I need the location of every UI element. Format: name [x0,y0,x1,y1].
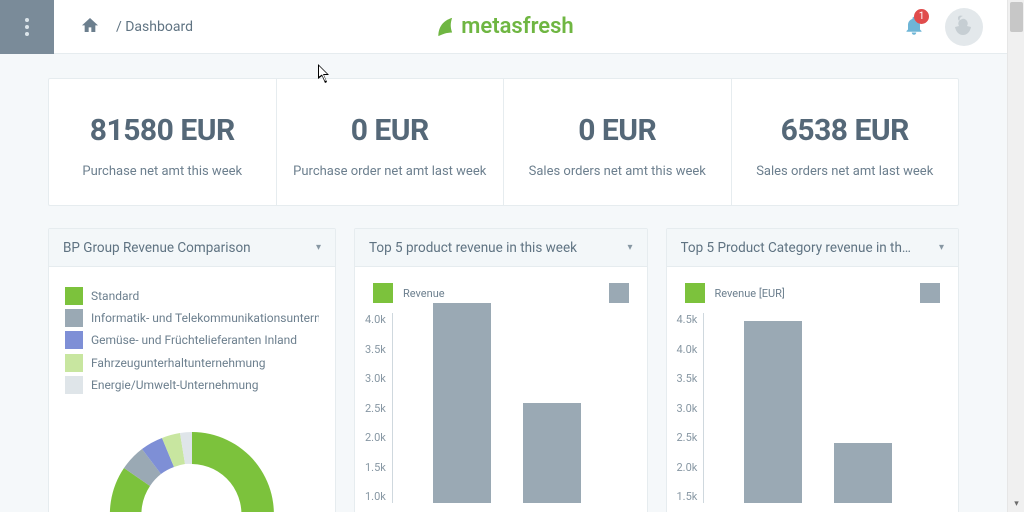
card-top-products: Top 5 product revenue in this week ▾ Rev… [354,228,648,512]
legend-swatch [609,283,629,303]
legend-swatch [65,354,83,372]
bar [834,443,892,503]
scrollbar[interactable]: ▾ [1007,0,1024,512]
legend-item: Standard [65,285,319,307]
kebab-icon [25,18,29,36]
card-header[interactable]: Top 5 Product Category revenue in th… ▾ [667,229,959,267]
legend-item: Informatik- und Telekommunikationsuntern… [65,307,319,329]
logo-text: metasfresh [461,14,573,39]
chevron-down-icon: ▾ [939,242,944,253]
kpi-sales-last-week: 6538 EUR Sales orders net amt last week [732,79,959,205]
legend-label: Revenue [403,287,445,300]
avatar[interactable] [945,8,983,46]
kpi-value: 6538 EUR [742,113,949,148]
card-header[interactable]: Top 5 product revenue in this week ▾ [355,229,647,267]
kpi-label: Purchase order net amt last week [287,164,494,179]
y-axis: 4.5k 4.0k 3.5k 3.0k 2.5k 2.0k 1.5k [677,313,704,503]
legend-item: Energie/Umwelt-Unternehmung [65,374,319,396]
chart-legend: Revenue [365,279,637,313]
legend-swatch [65,331,83,349]
kpi-purchase-last-week: 0 EUR Purchase order net amt last week [277,79,505,205]
kpi-label: Purchase net amt this week [59,164,266,179]
bar-chart: 4.5k 4.0k 3.5k 3.0k 2.5k 2.0k 1.5k [677,313,949,503]
legend-swatch [65,309,83,327]
bar [523,403,581,503]
app-header: / Dashboard metasfresh 1 [0,0,1007,54]
kpi-value: 0 EUR [287,113,494,148]
card-title: Top 5 product revenue in this week [369,240,627,256]
logo[interactable]: metasfresh [433,14,573,39]
bar [433,303,491,503]
kpi-purchase-this-week: 81580 EUR Purchase net amt this week [49,79,277,205]
chevron-down-icon: ▾ [316,242,321,253]
kpi-value: 81580 EUR [59,113,266,148]
scrollbar-down-icon[interactable]: ▾ [1008,495,1024,512]
notifications-badge: 1 [914,9,929,24]
legend-swatch [65,287,83,305]
card-title: BP Group Revenue Comparison [63,240,316,256]
bar [744,321,802,503]
chart-legend: Revenue [EUR] [677,279,949,313]
legend-item: Fahrzeugunterhaltunternehmung [65,352,319,374]
legend-label: Revenue [EUR] [715,287,785,300]
bar-chart: 4.0k 3.5k 3.0k 2.5k 2.0k 1.5k 1.0k [365,313,637,503]
kpi-sales-this-week: 0 EUR Sales orders net amt this week [504,79,732,205]
kpi-label: Sales orders net amt last week [742,164,949,179]
kpi-row: 81580 EUR Purchase net amt this week 0 E… [48,78,959,206]
legend-swatch [685,283,705,303]
legend-swatch [373,283,393,303]
menu-button[interactable] [0,0,54,54]
card-header[interactable]: BP Group Revenue Comparison ▾ [49,229,335,267]
card-top-categories: Top 5 Product Category revenue in th… ▾ … [666,228,960,512]
legend-item: Gemüse- und Früchtelieferanten Inland [65,329,319,351]
pie-legend: Standard Informatik- und Telekommunikati… [59,279,325,396]
legend-swatch [920,283,940,303]
card-bp-revenue: BP Group Revenue Comparison ▾ Standard I… [48,228,336,512]
avatar-icon [952,15,976,39]
legend-swatch [65,376,83,394]
notifications-button[interactable]: 1 [905,15,923,39]
donut-chart [59,414,325,512]
breadcrumb[interactable]: / Dashboard [116,19,193,35]
kpi-label: Sales orders net amt this week [514,164,721,179]
chevron-down-icon: ▾ [627,242,632,253]
home-icon[interactable] [82,17,98,36]
kpi-value: 0 EUR [514,113,721,148]
scrollbar-thumb[interactable] [1010,2,1023,32]
y-axis: 4.0k 3.5k 3.0k 2.5k 2.0k 1.5k 1.0k [365,313,392,503]
card-title: Top 5 Product Category revenue in th… [681,240,939,256]
